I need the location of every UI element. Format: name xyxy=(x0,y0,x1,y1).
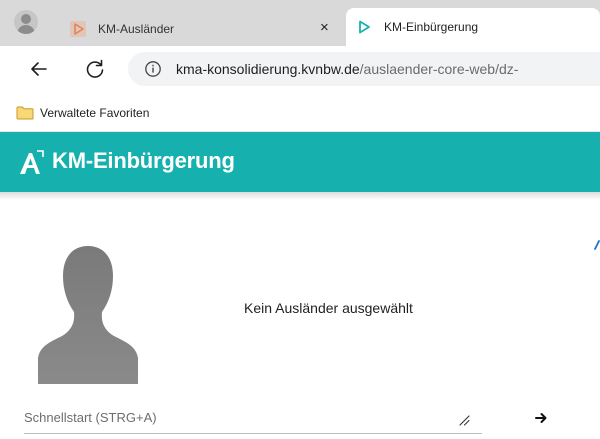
back-arrow-icon[interactable] xyxy=(26,56,52,82)
header-shadow xyxy=(0,192,600,200)
app-header: KM-Einbürgerung xyxy=(0,132,600,192)
profile-head-shape xyxy=(21,14,31,24)
browser-toolbar: kma-konsolidierung.kvnbw.de/auslaender-c… xyxy=(0,46,600,92)
close-icon[interactable]: × xyxy=(320,18,329,38)
profile-avatar-icon[interactable] xyxy=(14,10,38,34)
quickstart-input[interactable] xyxy=(24,410,444,425)
info-icon[interactable] xyxy=(144,60,162,78)
app-title: KM-Einbürgerung xyxy=(52,148,235,173)
no-selection-message: Kein Ausländer ausgewählt xyxy=(244,300,413,316)
address-bar[interactable]: kma-konsolidierung.kvnbw.de/auslaender-c… xyxy=(128,52,600,86)
tab-km-auslaender[interactable]: KM-Ausländer × xyxy=(60,12,342,46)
play-triangle-icon xyxy=(70,21,86,37)
url-path: /auslaender-core-web/dz- xyxy=(359,61,519,77)
reload-icon[interactable] xyxy=(82,56,108,82)
edge-marker-icon xyxy=(594,240,600,250)
app-logo-icon xyxy=(20,150,44,174)
person-silhouette-icon xyxy=(38,246,138,384)
browser-tab-strip: KM-Ausländer × KM-Einbürgerung xyxy=(0,0,600,46)
favorites-bar: Verwaltete Favoriten xyxy=(0,92,600,132)
quickstart-field[interactable] xyxy=(24,402,482,434)
tab-title: KM-Ausländer xyxy=(98,22,175,36)
profile-body-shape xyxy=(17,25,35,34)
folder-icon[interactable] xyxy=(16,106,34,120)
favorites-folder-label[interactable]: Verwaltete Favoriten xyxy=(40,106,149,120)
resize-handle-icon[interactable] xyxy=(458,414,470,426)
play-triangle-icon xyxy=(359,20,370,34)
url-host: kma-konsolidierung.kvnbw.de xyxy=(176,61,360,77)
tab-title: KM-Einbürgerung xyxy=(384,20,479,34)
arrow-right-icon[interactable] xyxy=(534,411,548,425)
tab-km-einbuergerung[interactable]: KM-Einbürgerung xyxy=(346,8,600,46)
url-text[interactable]: kma-konsolidierung.kvnbw.de/auslaender-c… xyxy=(176,61,518,77)
